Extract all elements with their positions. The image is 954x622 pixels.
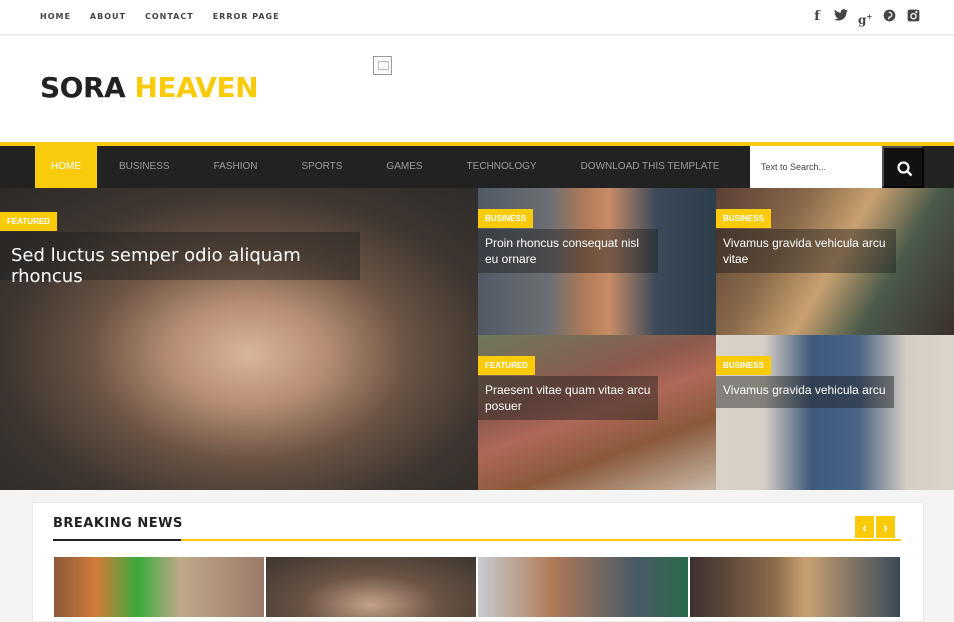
category-badge[interactable]: FEATURED: [478, 356, 535, 375]
search-input[interactable]: [750, 146, 882, 188]
main-navigation: HOME BUSINESS FASHION SPORTS GAMES TECHN…: [0, 142, 954, 188]
featured-post[interactable]: BUSINESS Proin rhoncus consequat nisl eu…: [478, 188, 716, 335]
search-button[interactable]: [882, 146, 924, 188]
category-badge[interactable]: BUSINESS: [478, 209, 533, 228]
instagram-icon[interactable]: [906, 9, 920, 25]
post-title[interactable]: Vivamus gravida vehicula arcu vitae: [716, 229, 896, 273]
category-badge[interactable]: BUSINESS: [716, 209, 771, 228]
nav-item-technology[interactable]: TECHNOLOGY: [445, 146, 559, 188]
nav-item-business[interactable]: BUSINESS: [97, 146, 192, 188]
nav-item-fashion[interactable]: FASHION: [192, 146, 280, 188]
carousel-thumbnail[interactable]: [266, 557, 476, 617]
featured-grid: FEATURED Sed luctus semper odio aliquam …: [0, 188, 954, 490]
top-link-error-page[interactable]: ERROR PAGE: [213, 12, 280, 21]
carousel-thumbnail[interactable]: [478, 557, 688, 617]
post-title[interactable]: Proin rhoncus consequat nisl eu ornare: [478, 229, 658, 273]
nav-item-sports[interactable]: SPORTS: [279, 146, 364, 188]
nav-item-download-template[interactable]: DOWNLOAD THIS TEMPLATE: [559, 146, 742, 188]
site-logo[interactable]: SORA HEAVEN: [40, 71, 259, 104]
breaking-news-section: BREAKING NEWS ‹ ›: [32, 502, 924, 622]
top-link-home[interactable]: HOME: [40, 12, 71, 21]
post-title[interactable]: Vivamus gravida vehicula arcu: [716, 376, 894, 408]
featured-post[interactable]: FEATURED Praesent vitae quam vitae arcu …: [478, 335, 716, 490]
broken-image-icon: [373, 56, 392, 75]
top-bar: HOME ABOUT CONTACT ERROR PAGE f g+: [0, 0, 954, 35]
nav-item-home[interactable]: HOME: [35, 146, 97, 188]
carousel-thumbnail[interactable]: [54, 557, 264, 617]
carousel-thumbnail[interactable]: [690, 557, 900, 617]
category-badge[interactable]: BUSINESS: [716, 356, 771, 375]
nav-item-games[interactable]: GAMES: [364, 146, 444, 188]
logo-text-accent: HEAVEN: [134, 71, 259, 104]
carousel-prev-button[interactable]: ‹: [855, 516, 874, 538]
section-divider-accent: [53, 539, 181, 541]
section-title: BREAKING NEWS: [53, 516, 183, 531]
carousel-next-button[interactable]: ›: [876, 516, 895, 538]
category-badge[interactable]: FEATURED: [0, 212, 57, 231]
carousel-track: [54, 557, 900, 617]
top-link-about[interactable]: ABOUT: [90, 12, 126, 21]
facebook-icon[interactable]: f: [810, 9, 824, 25]
nav-menu: HOME BUSINESS FASHION SPORTS GAMES TECHN…: [35, 146, 741, 188]
google-plus-icon[interactable]: g+: [858, 9, 872, 27]
post-title[interactable]: Sed luctus semper odio aliquam rhoncus: [0, 232, 360, 287]
twitter-icon[interactable]: [834, 9, 848, 25]
featured-post-main[interactable]: FEATURED Sed luctus semper odio aliquam …: [0, 188, 478, 490]
logo-text-primary: SORA: [40, 71, 126, 104]
social-links: f g+: [810, 9, 920, 27]
featured-post[interactable]: BUSINESS Vivamus gravida vehicula arcu: [716, 335, 954, 490]
post-title[interactable]: Praesent vitae quam vitae arcu posuer: [478, 376, 658, 420]
featured-post[interactable]: BUSINESS Vivamus gravida vehicula arcu v…: [716, 188, 954, 335]
top-links: HOME ABOUT CONTACT ERROR PAGE: [40, 12, 280, 21]
pinterest-icon[interactable]: [882, 9, 896, 25]
top-link-contact[interactable]: CONTACT: [145, 12, 194, 21]
search-icon: [897, 161, 913, 177]
site-header: SORA HEAVEN: [0, 36, 954, 142]
carousel-controls: ‹ ›: [855, 516, 895, 538]
